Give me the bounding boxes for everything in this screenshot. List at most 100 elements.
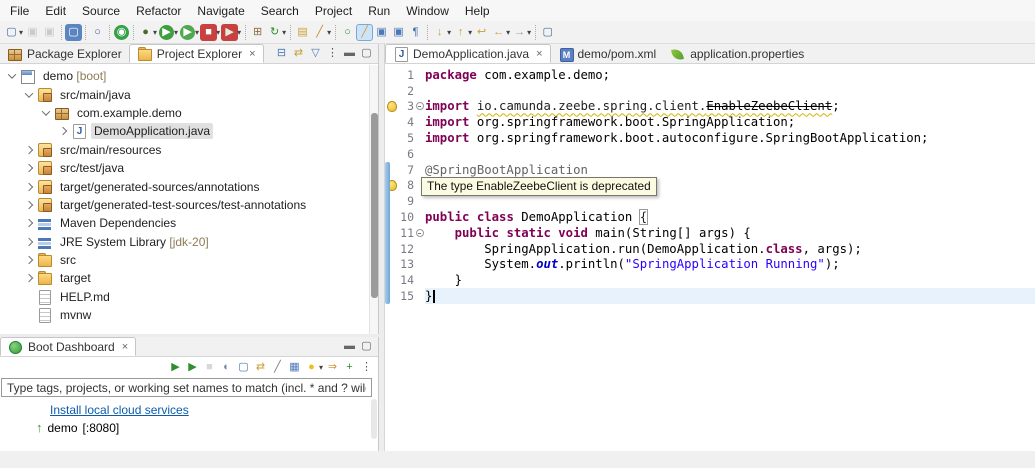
tab-demoapplication-java[interactable]: DemoApplication.java × [385,44,551,63]
link-with-editor-icon[interactable]: ⇄ [290,45,307,62]
next-annotation-icon[interactable]: ↓ [431,24,448,41]
boot-restart-icon[interactable]: ◉ [114,24,130,40]
tab-project-explorer[interactable]: Project Explorer × [128,44,264,63]
open-resource-icon[interactable]: ▤ [294,24,311,41]
open-config-icon[interactable]: ╱ [269,359,286,376]
run-coverage-icon[interactable]: ▶ [180,24,196,40]
fold-marker-icon[interactable] [414,102,425,111]
chevron-closed-icon[interactable] [24,255,34,265]
close-icon[interactable]: × [122,341,128,353]
tree-item-mvnw[interactable]: mvnw [0,306,369,324]
back-icon[interactable]: ← [490,24,507,41]
run-dropdown[interactable]: ▾ [174,28,178,37]
maximize-icon[interactable]: ▢ [358,338,375,355]
start-icon[interactable]: ▶ [167,359,184,376]
tree-item-demo[interactable]: demo [boot] [0,67,369,85]
minimize-icon[interactable]: ▬ [341,45,358,62]
chevron-closed-icon[interactable] [24,145,34,154]
chevron-closed-icon[interactable] [24,219,34,228]
new-wizard-icon[interactable]: ▢ [3,24,20,41]
last-edit-location-icon[interactable]: ↩ [473,24,490,41]
tree-item-maven-dependencies[interactable]: Maven Dependencies [0,214,369,232]
chevron-closed-icon[interactable] [24,163,34,173]
menu-search[interactable]: Search [253,0,307,21]
stop-icon[interactable]: ■ [200,23,218,41]
toggle-highlight-dropdown[interactable]: ▾ [327,28,331,37]
menu-run[interactable]: Run [360,0,398,21]
run-icon[interactable]: ▶ [159,24,175,40]
debug-icon[interactable]: ● [137,24,154,41]
tab-application-properties[interactable]: application.properties [663,44,811,63]
show-annotations-icon[interactable]: ▣ [373,24,390,41]
new-java-project-icon[interactable]: ⊞ [249,24,266,41]
tree-item-src[interactable]: src [0,251,369,269]
plugin-search-icon[interactable]: ○ [339,24,356,41]
relaunch-dropdown[interactable]: ▾ [237,28,241,37]
tree-item-demoapplication-java[interactable]: DemoApplication.java [0,122,369,140]
open-console-icon[interactable]: ▢ [65,23,83,41]
menu-navigate[interactable]: Navigate [189,0,252,21]
new-untitled-file-icon[interactable]: ▢ [539,24,556,41]
chevron-closed-icon[interactable] [24,237,34,246]
mark-occurrences-icon[interactable]: ╱ [356,23,374,41]
fold-marker-icon[interactable] [414,228,425,237]
boot-hints-icon[interactable]: ● [303,359,320,376]
menu-file[interactable]: File [2,0,37,21]
tree-item-com-example-demo[interactable]: com.example.demo [0,104,369,122]
forward-icon[interactable]: → [511,24,528,41]
update-maven-project-icon[interactable]: ↻ [266,24,283,41]
chevron-closed-icon[interactable] [24,182,34,191]
minimize-icon[interactable]: ▬ [341,338,358,355]
menu-edit[interactable]: Edit [37,0,74,21]
toggle-highlight-icon[interactable]: ╱ [311,24,328,41]
tree-item-help-md[interactable]: HELP.md [0,288,369,306]
search-icon[interactable]: ○ [89,24,106,41]
install-cloud-services-link[interactable]: Install local cloud services [50,403,189,417]
close-icon[interactable]: × [249,48,255,60]
previous-annotation-icon[interactable]: ↑ [452,24,469,41]
redeploy-icon[interactable]: ⇄ [252,359,269,376]
debug-dropdown[interactable]: ▾ [153,28,157,37]
open-declaration-icon[interactable]: ▣ [390,24,407,41]
update-maven-project-dropdown[interactable]: ▾ [282,28,286,37]
run-coverage-dropdown[interactable]: ▾ [195,28,199,37]
view-menu-icon[interactable]: ⋮ [324,45,341,62]
open-console-icon[interactable]: ▢ [235,359,252,376]
stop-dropdown[interactable]: ▾ [216,28,220,37]
forward-dropdown[interactable]: ▾ [527,28,531,37]
maximize-icon[interactable]: ▢ [358,45,375,62]
tree-scrollbar[interactable] [369,65,378,334]
boot-scrollbar[interactable] [371,399,377,439]
chevron-closed-icon[interactable] [24,200,34,210]
filter-icon[interactable]: ⇒ [324,359,341,376]
menu-help[interactable]: Help [457,0,498,21]
add-target-icon[interactable]: + [341,359,358,376]
tree-item-target-generated-test-sources-test-annotations[interactable]: target/generated-test-sources/test-annot… [0,196,369,214]
tree-item-target[interactable]: target [0,269,369,287]
tree-item-src-main-java[interactable]: src/main/java [0,85,369,103]
next-annotation-dropdown[interactable]: ▾ [447,28,451,37]
menu-project[interactable]: Project [307,0,360,21]
tree-item-jre-system-library[interactable]: JRE System Library [jdk-20] [0,233,369,251]
chevron-open-icon[interactable] [24,88,34,98]
menu-window[interactable]: Window [398,0,457,21]
boot-hints-dropdown[interactable]: ▾ [319,363,323,372]
boot-filter-input[interactable] [1,378,372,397]
tab-package-explorer[interactable]: Package Explorer [0,44,129,63]
tab-demo-pom-xml[interactable]: demo/pom.xml [551,44,664,63]
chevron-closed-icon[interactable] [58,127,68,136]
previous-annotation-dropdown[interactable]: ▾ [468,28,472,37]
open-properties-icon[interactable]: ▦ [286,359,303,376]
start-with-profile-icon[interactable]: ▶ [184,359,201,376]
menu-source[interactable]: Source [74,0,128,21]
close-icon[interactable]: × [536,48,542,60]
boot-app-demo[interactable]: ↑ demo [:8080] [0,417,378,435]
tree-item-src-test-java[interactable]: src/test/java [0,159,369,177]
collapse-all-icon[interactable]: ⊟ [273,45,290,62]
back-dropdown[interactable]: ▾ [506,28,510,37]
pause-icon[interactable]: ◐ [218,359,235,376]
chevron-open-icon[interactable] [7,70,17,80]
view-menu-icon[interactable]: ⋮ [358,359,375,376]
new-wizard-dropdown[interactable]: ▾ [19,28,23,37]
relaunch-icon[interactable]: ▶ [221,23,239,41]
